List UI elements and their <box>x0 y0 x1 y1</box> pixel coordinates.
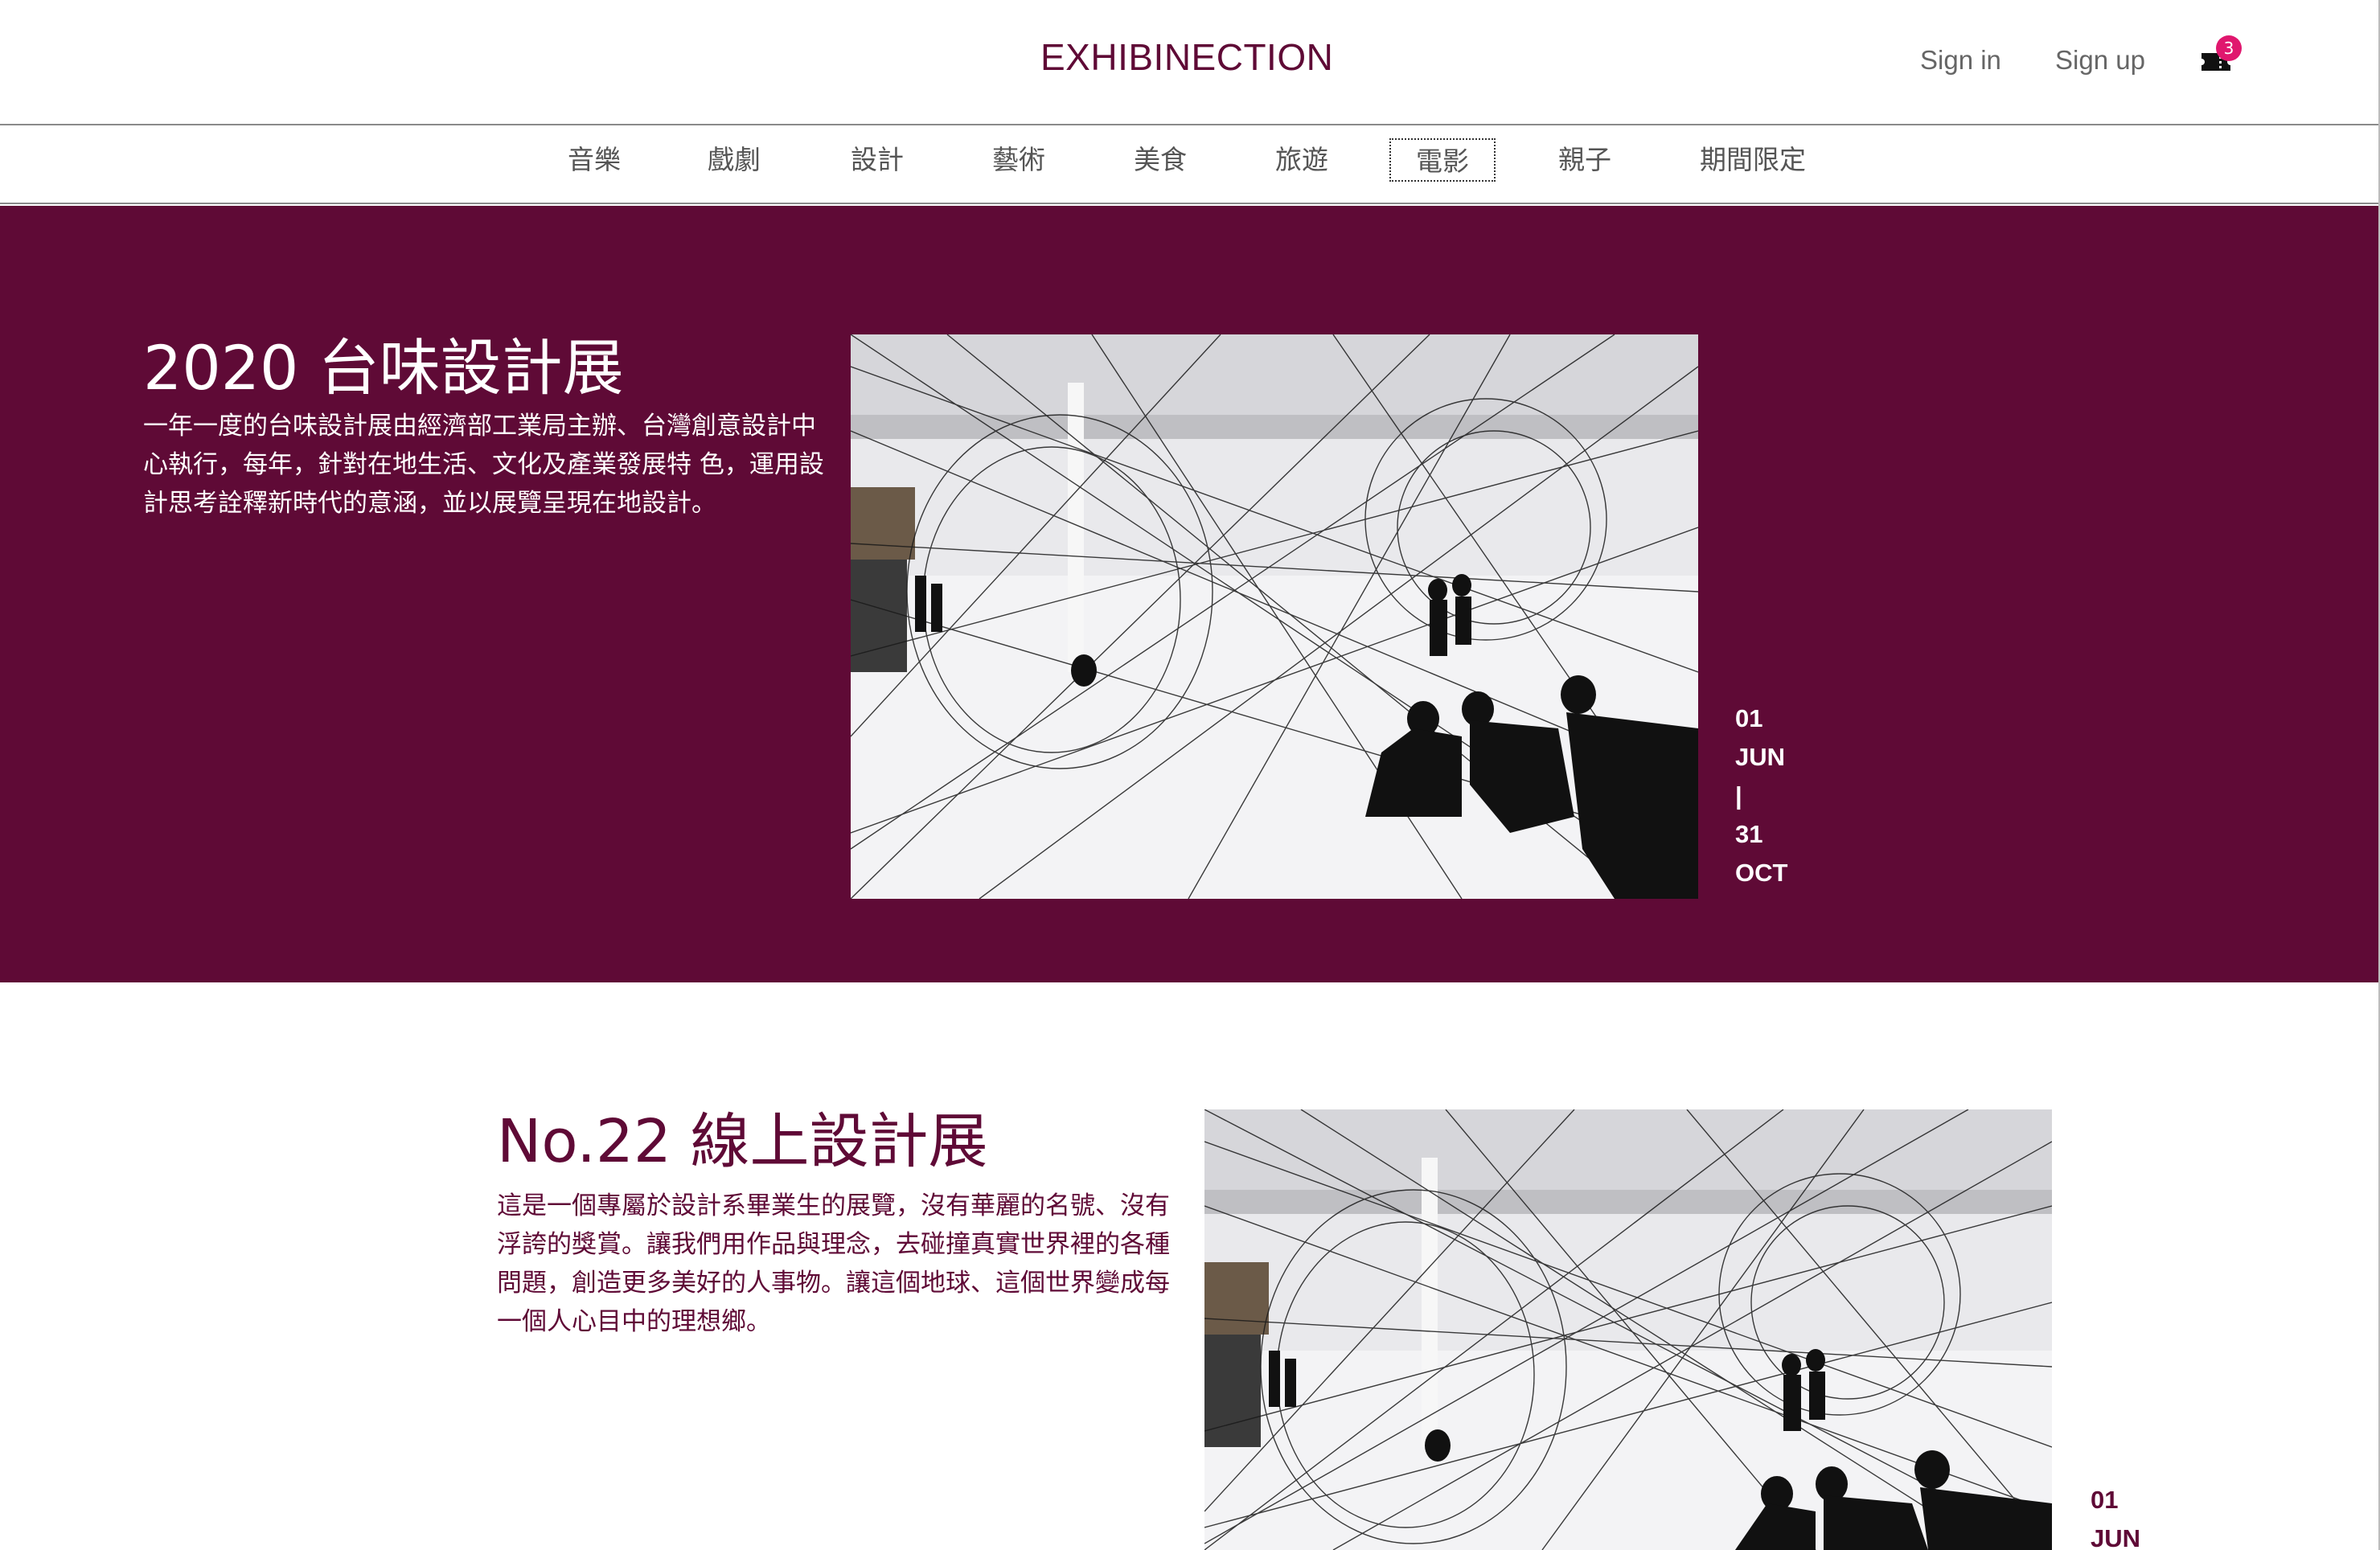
nav-item-art[interactable]: 藝術 <box>987 138 1050 182</box>
cart-count-badge: 3 <box>2216 35 2242 61</box>
start-month: JUN <box>1735 743 1786 771</box>
date-separator: | <box>1735 781 1742 810</box>
end-day: 31 <box>1735 820 1763 848</box>
nav-item-food[interactable]: 美食 <box>1129 138 1192 182</box>
exhibition-photo[interactable] <box>1204 1109 2052 1550</box>
nav-item-movie[interactable]: 電影 <box>1389 138 1496 182</box>
start-day: 01 <box>2091 1486 2119 1514</box>
category-nav: 音樂 戲劇 設計 藝術 美食 旅遊 電影 親子 期間限定 <box>0 127 2380 204</box>
exhibition-title[interactable]: No.22 線上設計展 <box>497 1093 988 1179</box>
featured-title[interactable]: 2020 台味設計展 <box>143 318 624 407</box>
nav-item-limited[interactable]: 期間限定 <box>1693 138 1812 182</box>
nav-item-music[interactable]: 音樂 <box>563 138 626 182</box>
nav-item-theater[interactable]: 戲劇 <box>703 138 765 182</box>
nav-item-travel[interactable]: 旅遊 <box>1270 138 1333 182</box>
site-header: EXHIBINECTION Sign in Sign up 3 <box>0 0 2380 125</box>
featured-description: 一年一度的台味設計展由經濟部工業局主辦、台灣創意設計中心執行，每年，針對在地生活… <box>143 412 824 518</box>
sign-in-link[interactable]: Sign in <box>1920 45 2001 76</box>
sign-up-link[interactable]: Sign up <box>2055 45 2145 76</box>
exhibition-date-range: 01 JUN <box>2091 1481 2140 1550</box>
featured-banner: 2020 台味設計展 一年一度的台味設計展由經濟部工業局主辦、台灣創意設計中心執… <box>0 206 2380 982</box>
start-day: 01 <box>1735 704 1763 732</box>
nav-item-design[interactable]: 設計 <box>846 138 909 182</box>
nav-item-family[interactable]: 親子 <box>1553 138 1616 182</box>
site-logo[interactable]: EXHIBINECTION <box>1040 35 1333 79</box>
exhibition-description: 這是一個專屬於設計系畢業生的展覽，沒有華麗的名號、沒有浮誇的獎賞。讓我們用作品與… <box>497 1191 1170 1336</box>
featured-exhibition-photo[interactable] <box>851 334 1698 899</box>
featured-date-range: 01 JUN | 31 OCT <box>1735 699 1787 892</box>
start-month: JUN <box>2091 1524 2141 1550</box>
end-month: OCT <box>1735 859 1788 887</box>
